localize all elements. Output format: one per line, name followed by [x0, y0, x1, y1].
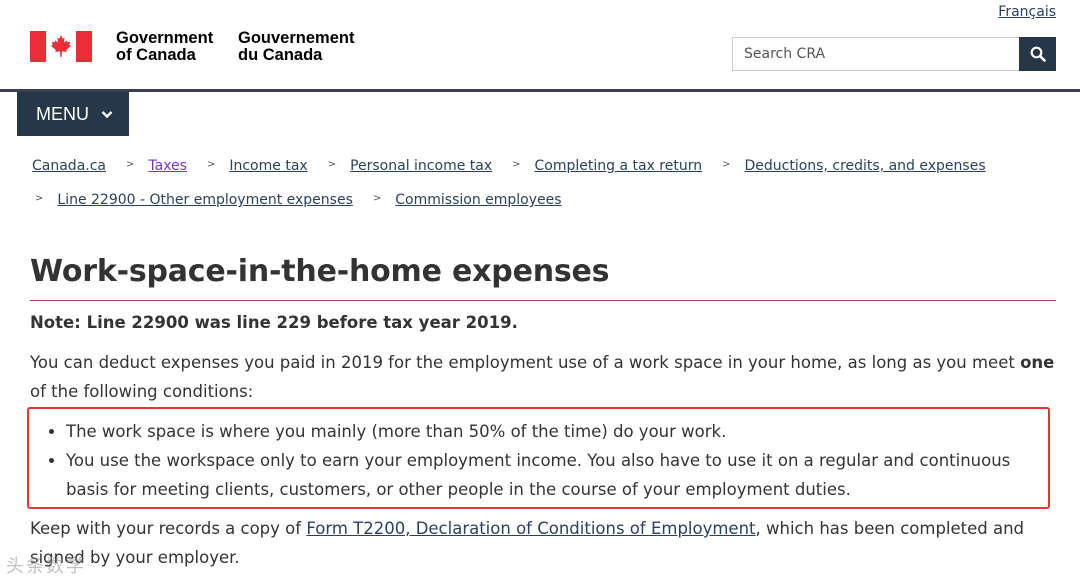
breadcrumb-link-completing-tax-return[interactable]: Completing a tax return [535, 158, 703, 174]
breadcrumb-separator: > [722, 158, 731, 170]
breadcrumb-separator: > [206, 158, 216, 170]
search-icon [1030, 46, 1046, 62]
list-item: You use the workspace only to earn your … [66, 446, 1040, 504]
form-t2200-link[interactable]: Form T2200, Declaration of Conditions of… [306, 519, 755, 538]
title-divider [30, 300, 1056, 301]
intro-text: You can deduct expenses you paid in 2019… [30, 353, 1015, 372]
chevron-down-icon [101, 110, 113, 119]
records-paragraph: Keep with your records a copy of Form T2… [30, 514, 1060, 572]
breadcrumb-link-commission-employees[interactable]: Commission employees [395, 192, 561, 208]
conditions-list: The work space is where you mainly (more… [30, 417, 1040, 504]
records-text-before: Keep with your records a copy of [30, 519, 302, 538]
breadcrumb-separator: > [35, 192, 44, 204]
watermark: 头条数学 [6, 556, 86, 577]
wordmark-fr-line2: du Canada [238, 46, 323, 64]
breadcrumb-separator: > [327, 158, 337, 170]
site-header: Français Government of Canada Gouverneme… [0, 0, 1080, 92]
breadcrumb-link-line-22900[interactable]: Line 22900 - Other employment expenses [57, 192, 352, 208]
intro-emphasis: one [1020, 353, 1055, 372]
breadcrumb-link-canada[interactable]: Canada.ca [32, 158, 106, 174]
search-input[interactable] [732, 37, 1020, 71]
wordmark-french[interactable]: Gouvernement du Canada [238, 30, 354, 64]
line-change-note: Note: Line 22900 was line 229 before tax… [30, 313, 518, 332]
search-button[interactable] [1019, 37, 1056, 71]
page-title: Work-space-in-the-home expenses [30, 254, 610, 289]
breadcrumb-link-taxes[interactable]: Taxes [148, 158, 187, 174]
wordmark-english[interactable]: Government of Canada [116, 30, 213, 64]
menu-label: MENU [36, 103, 89, 124]
breadcrumb-link-personal-income-tax[interactable]: Personal income tax [350, 158, 492, 174]
menu-button[interactable]: MENU [17, 92, 129, 136]
breadcrumb-separator: > [512, 158, 521, 170]
list-item: The work space is where you mainly (more… [66, 417, 1040, 446]
wordmark-fr-line1: Gouvernement [238, 29, 355, 47]
language-toggle-link[interactable]: Français [998, 4, 1056, 20]
breadcrumb-link-deductions-credits[interactable]: Deductions, credits, and expenses [745, 158, 986, 174]
breadcrumb-separator: > [372, 192, 382, 204]
breadcrumb-link-income-tax[interactable]: Income tax [229, 158, 307, 174]
intro-paragraph: You can deduct expenses you paid in 2019… [30, 348, 1060, 406]
breadcrumb-separator: > [126, 158, 135, 170]
canada-flag-icon [30, 31, 92, 62]
wordmark-en-line1: Government [116, 29, 214, 47]
intro-tail: of the following conditions: [30, 382, 254, 401]
wordmark-en-line2: of Canada [116, 46, 196, 64]
